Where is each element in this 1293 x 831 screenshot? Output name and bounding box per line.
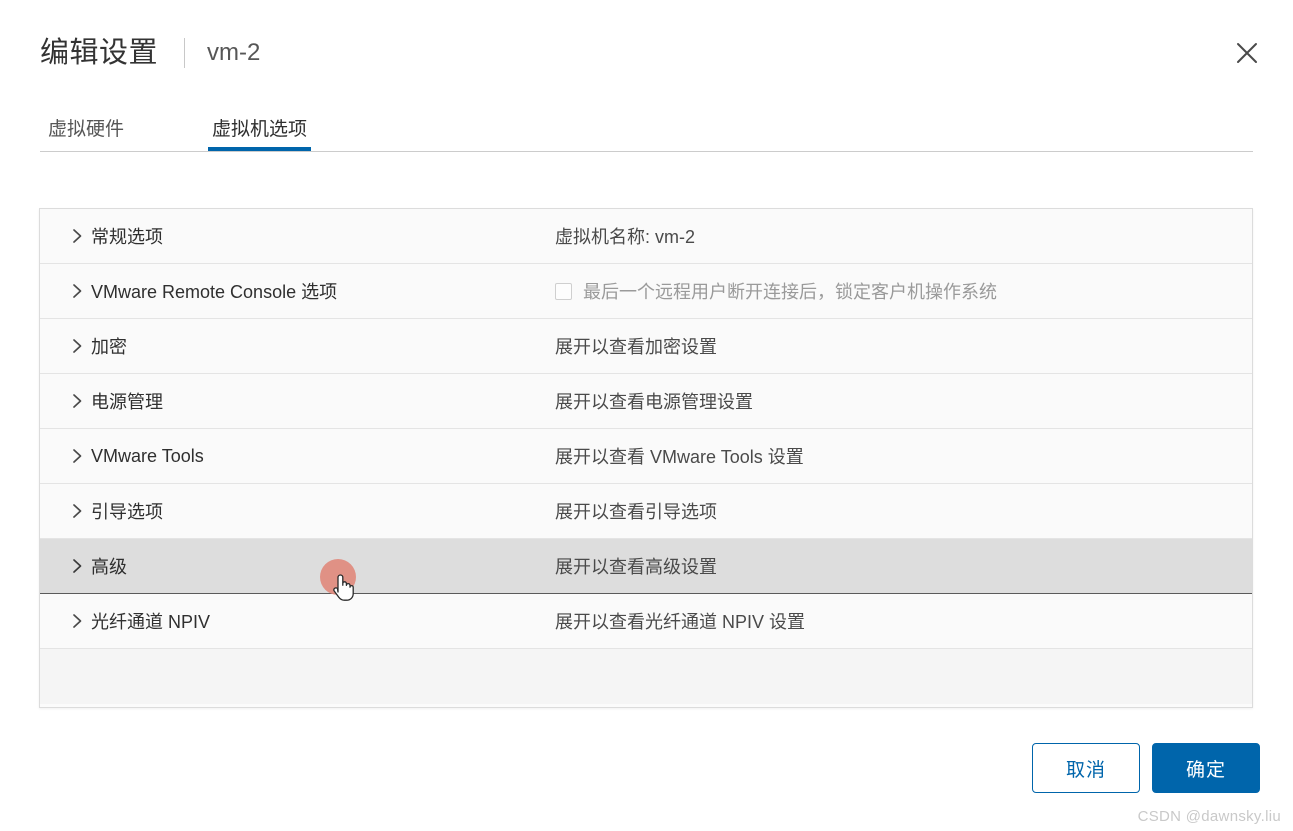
watermark: CSDN @dawnsky.liu	[1137, 808, 1281, 825]
table-row[interactable]: 加密 展开以查看加密设置	[40, 319, 1252, 374]
ok-button[interactable]: 确定	[1152, 743, 1260, 793]
row-value-text: 展开以查看高级设置	[555, 557, 717, 577]
row-value-text: 展开以查看电源管理设置	[555, 392, 753, 412]
row-label: 光纤通道 NPIV	[91, 612, 211, 632]
row-label: VMware Remote Console 选项	[91, 282, 338, 302]
cancel-button[interactable]: 取消	[1032, 743, 1140, 793]
row-label: 高级	[91, 557, 127, 577]
tab-virtual-hardware-label: 虚拟硬件	[48, 119, 125, 140]
close-button[interactable]	[1225, 31, 1269, 75]
tab-virtual-hardware[interactable]: 虚拟硬件	[44, 104, 128, 151]
row-value: 展开以查看高级设置	[555, 553, 717, 579]
chevron-right-icon[interactable]	[66, 228, 88, 244]
title-divider	[184, 38, 186, 68]
tab-vm-options-label: 虚拟机选项	[212, 119, 308, 140]
table-row[interactable]: VMware Tools 展开以查看 VMware Tools 设置	[40, 429, 1252, 484]
row-value: 虚拟机名称: vm-2	[555, 223, 695, 249]
row-value-text: 展开以查看引导选项	[555, 502, 717, 522]
table-row[interactable]: 常规选项 虚拟机名称: vm-2	[40, 209, 1252, 264]
row-label: 常规选项	[91, 227, 163, 247]
tab-bar: 虚拟硬件 虚拟机选项	[40, 104, 1253, 152]
row-label: 电源管理	[91, 392, 163, 412]
row-value: 最后一个远程用户断开连接后，锁定客户机操作系统	[555, 278, 997, 304]
vm-options-table: 常规选项 虚拟机名称: vm-2 VMware Remote Console 选…	[39, 208, 1253, 708]
tab-vm-options[interactable]: 虚拟机选项	[208, 104, 312, 151]
row-value: 展开以查看 VMware Tools 设置	[555, 443, 804, 469]
table-row-advanced[interactable]: 高级 展开以查看高级设置	[40, 539, 1252, 594]
chevron-right-icon[interactable]	[66, 338, 88, 354]
chevron-right-icon[interactable]	[66, 393, 88, 409]
row-value-text: 虚拟机名称: vm-2	[555, 227, 696, 247]
chevron-right-icon[interactable]	[66, 503, 88, 519]
lock-guest-os-checkbox[interactable]	[555, 282, 572, 300]
chevron-right-icon[interactable]	[66, 613, 88, 629]
table-empty-row	[40, 649, 1252, 704]
dialog-title-group: 编辑设置 vm-2	[40, 30, 260, 76]
row-label: 引导选项	[91, 502, 163, 522]
close-icon	[1234, 40, 1260, 66]
chevron-right-icon[interactable]	[66, 283, 88, 299]
row-label: 加密	[91, 337, 127, 357]
row-label: VMware Tools	[91, 445, 204, 466]
row-value: 展开以查看电源管理设置	[555, 388, 753, 414]
vm-name-subtitle: vm-2	[207, 39, 261, 66]
tab-bar-underline	[40, 151, 1253, 152]
row-value: 展开以查看加密设置	[555, 333, 717, 359]
row-value-text: 最后一个远程用户断开连接后，锁定客户机操作系统	[583, 282, 997, 302]
table-row[interactable]: 引导选项 展开以查看引导选项	[40, 484, 1252, 539]
row-value-text: 展开以查看光纤通道 NPIV 设置	[555, 612, 806, 632]
dialog-footer: 取消 确定	[0, 743, 1293, 795]
table-row[interactable]: 电源管理 展开以查看电源管理设置	[40, 374, 1252, 429]
table-row[interactable]: VMware Remote Console 选项 最后一个远程用户断开连接后，锁…	[40, 264, 1252, 319]
edit-settings-dialog: 编辑设置 vm-2 虚拟硬件 虚拟机选项 常规选项 虚拟机名称: vm-2 VM…	[0, 0, 1293, 831]
row-value: 展开以查看引导选项	[555, 498, 717, 524]
dialog-header: 编辑设置 vm-2	[0, 0, 1293, 92]
table-row[interactable]: 光纤通道 NPIV 展开以查看光纤通道 NPIV 设置	[40, 594, 1252, 649]
page-title: 编辑设置	[40, 37, 159, 69]
row-value: 展开以查看光纤通道 NPIV 设置	[555, 608, 805, 634]
row-value-text: 展开以查看加密设置	[555, 337, 717, 357]
chevron-right-icon[interactable]	[66, 558, 88, 574]
row-value-text: 展开以查看 VMware Tools 设置	[555, 447, 804, 467]
chevron-right-icon[interactable]	[66, 448, 88, 464]
